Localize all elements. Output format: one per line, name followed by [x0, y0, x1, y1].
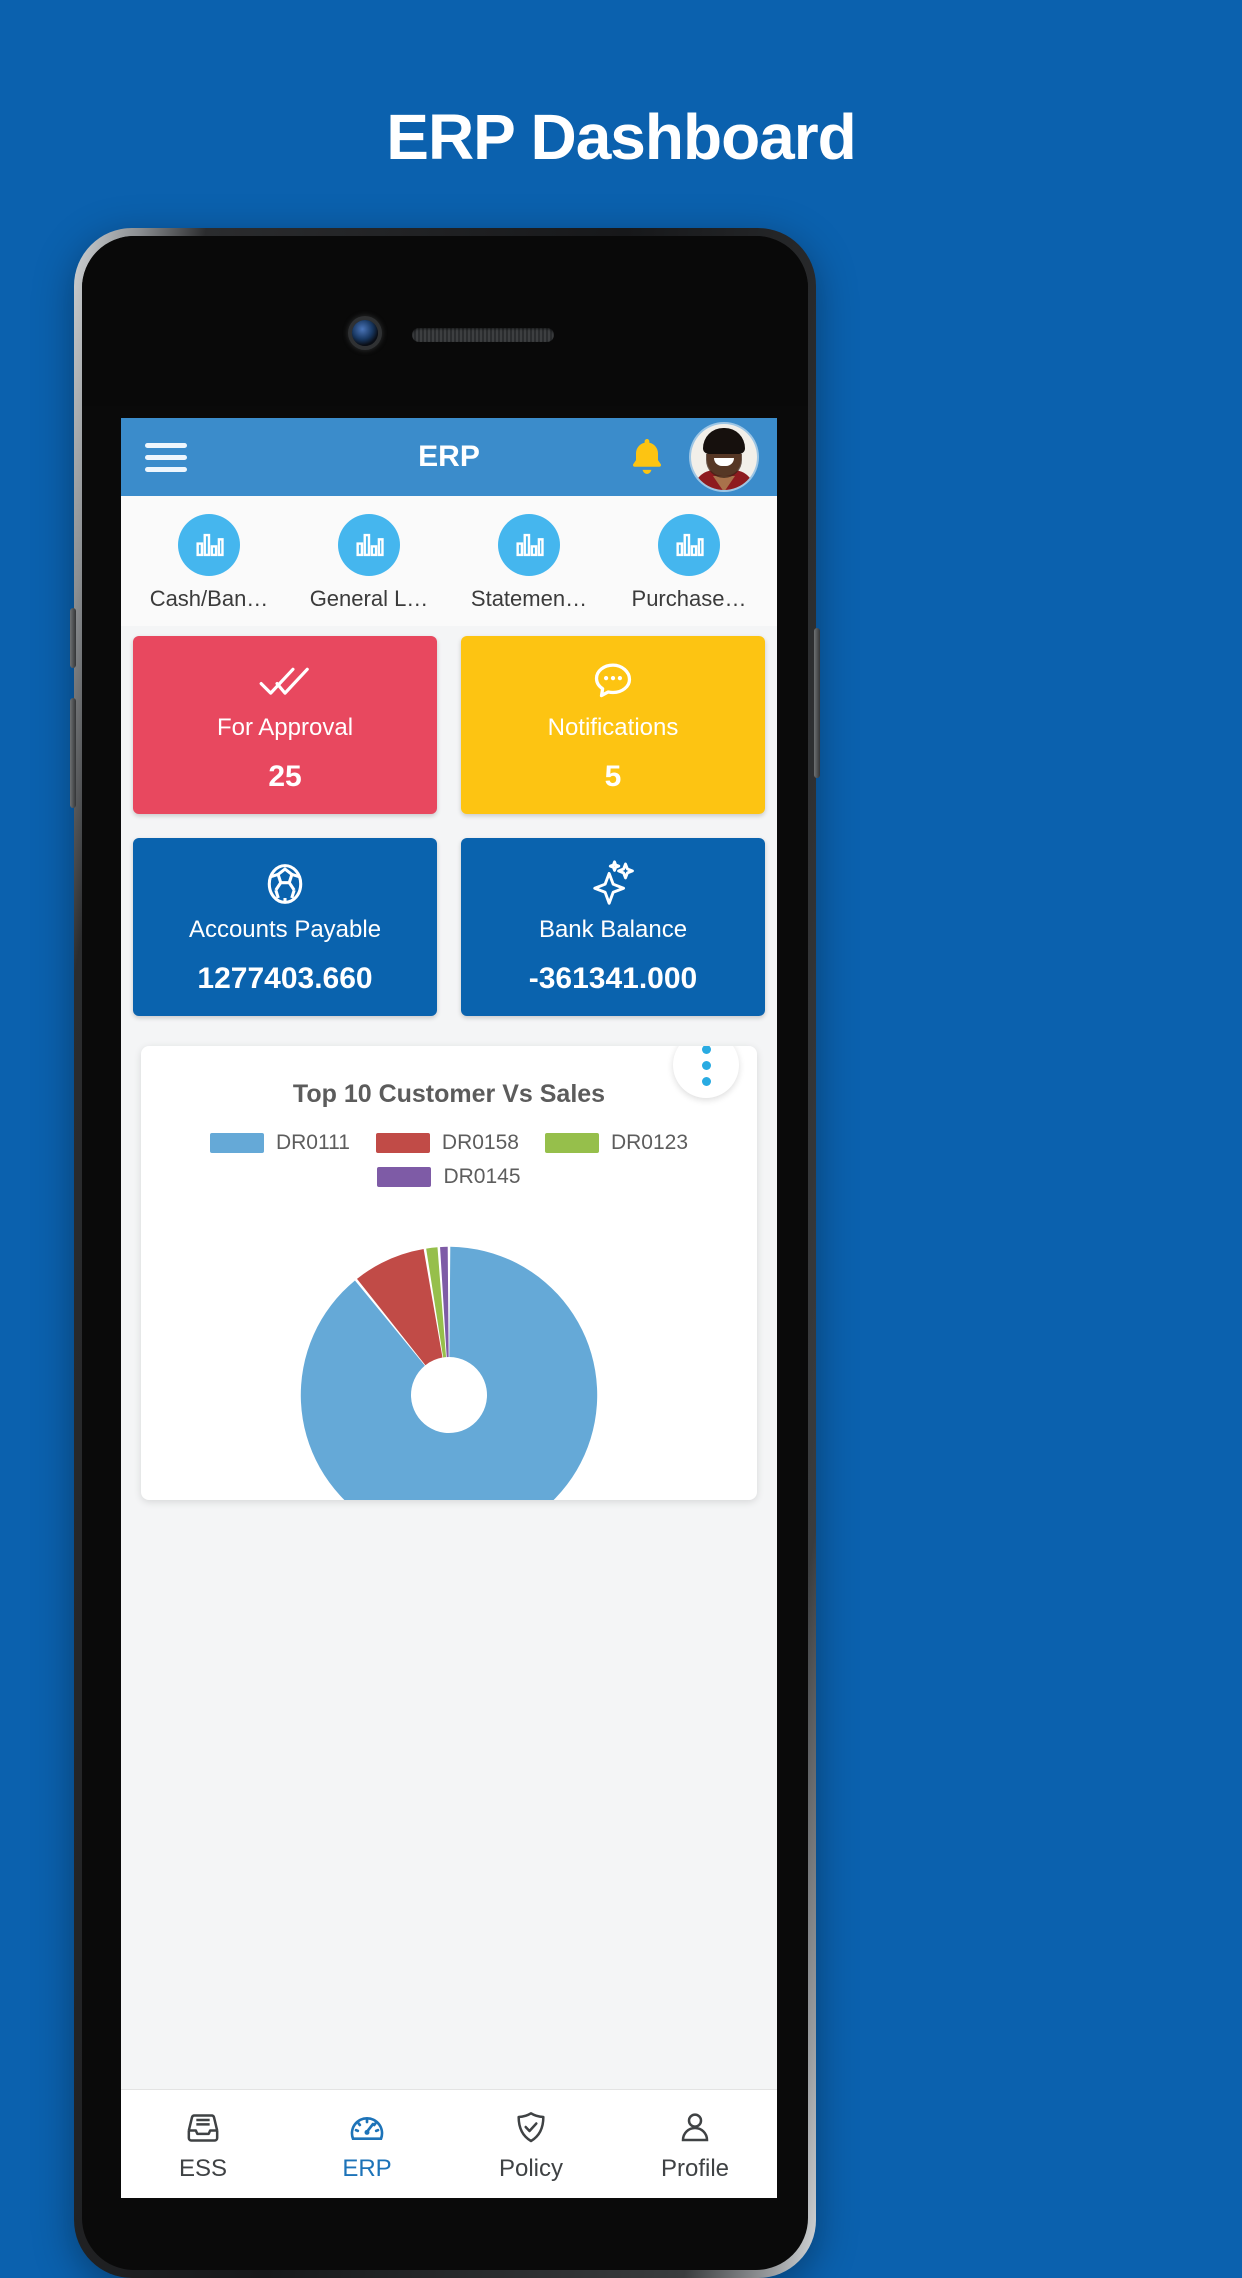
- bar-chart-icon: [178, 514, 240, 576]
- front-camera-icon: [352, 320, 378, 346]
- nav-item-ess[interactable]: ESS: [121, 2105, 285, 2183]
- app-screen: ERP Cash/Ban… General L… Statemen… Purch…: [121, 418, 777, 2198]
- quick-access-item[interactable]: Cash/Ban…: [129, 514, 289, 612]
- legend-item[interactable]: DR0158: [375, 1131, 519, 1155]
- nav-item-profile[interactable]: Profile: [613, 2105, 777, 2183]
- tile-label: Bank Balance: [538, 916, 688, 943]
- donut-chart: [141, 1205, 757, 1500]
- chart-card: Top 10 Customer Vs Sales DR0111 DR0158 D…: [141, 1046, 757, 1500]
- bell-icon[interactable]: [625, 435, 669, 479]
- phone-screen-bezel: ERP Cash/Ban… General L… Statemen… Purch…: [82, 236, 808, 2270]
- promo-page: ERP Dashboard ERP Cash/Ban… General L… S…: [0, 0, 1242, 2278]
- tile-value: 5: [604, 760, 622, 793]
- tile-label: Notifications: [547, 714, 679, 741]
- legend-label: DR0145: [443, 1165, 521, 1188]
- quick-access-item[interactable]: General L…: [289, 514, 449, 612]
- page-title: ERP Dashboard: [386, 101, 857, 173]
- bar-chart-icon: [338, 514, 400, 576]
- double-check-icon: [258, 656, 312, 708]
- tile-value: 1277403.660: [197, 962, 373, 995]
- tile-accounts-payable[interactable]: Accounts Payable 1277403.660: [133, 838, 437, 1016]
- legend-label: DR0158: [441, 1131, 519, 1154]
- phone-mockup: ERP Cash/Ban… General L… Statemen… Purch…: [70, 228, 820, 2278]
- chat-bubble-icon: [589, 656, 637, 708]
- tile-for-approval[interactable]: For Approval 25: [133, 636, 437, 814]
- bar-chart-icon: [658, 514, 720, 576]
- chart-title: Top 10 Customer Vs Sales: [292, 1080, 606, 1108]
- earpiece-speaker: [412, 328, 554, 342]
- legend-label: DR0111: [275, 1131, 350, 1154]
- bar-chart-icon: [498, 514, 560, 576]
- hamburger-menu-icon[interactable]: [145, 436, 187, 479]
- nav-label: ESS: [178, 2155, 228, 2182]
- legend-swatch: [377, 1167, 432, 1187]
- person-icon: [613, 2105, 777, 2151]
- chart-legend: DR0111 DR0158 DR0123 DR0145: [141, 1131, 757, 1189]
- kpi-tiles: For Approval 25 Notifications 5 Accounts…: [121, 626, 777, 1016]
- nav-label: Policy: [498, 2155, 564, 2182]
- tile-label: For Approval: [216, 714, 354, 741]
- sparkle-icon: [587, 858, 639, 910]
- legend-swatch: [375, 1133, 430, 1153]
- quick-access-label: General L…: [309, 586, 429, 611]
- donut-chart-svg[interactable]: [259, 1205, 639, 1500]
- quick-access-label: Statemen…: [470, 586, 588, 611]
- ball-icon: [262, 858, 308, 910]
- app-bar-actions: [625, 424, 757, 490]
- donut-slice-DR0111[interactable]: [300, 1246, 598, 1500]
- legend-swatch: [209, 1133, 264, 1153]
- inbox-icon: [121, 2105, 285, 2151]
- nav-item-erp[interactable]: ERP: [285, 2105, 449, 2183]
- quick-access-item[interactable]: Purchase…: [609, 514, 769, 612]
- tile-bank-balance[interactable]: Bank Balance -361341.000: [461, 838, 765, 1016]
- legend-label: DR0123: [610, 1131, 689, 1154]
- bottom-navigation: ESS ERP Policy Profile: [121, 2089, 777, 2198]
- nav-label: ERP: [342, 2155, 392, 2182]
- quick-access-row: Cash/Ban… General L… Statemen… Purchase…: [121, 496, 777, 626]
- legend-item[interactable]: DR0111: [209, 1131, 350, 1155]
- phone-power-button: [814, 628, 820, 778]
- legend-item[interactable]: DR0123: [544, 1131, 689, 1155]
- legend-item[interactable]: DR0145: [167, 1165, 731, 1189]
- shield-check-icon: [449, 2105, 613, 2151]
- avatar[interactable]: [691, 424, 757, 490]
- phone-volume-up-button: [70, 608, 76, 668]
- quick-access-label: Purchase…: [631, 586, 747, 611]
- phone-volume-down-button: [70, 698, 76, 808]
- tile-notifications[interactable]: Notifications 5: [461, 636, 765, 814]
- nav-item-policy[interactable]: Policy: [449, 2105, 613, 2183]
- phone-top-bezel: [82, 236, 808, 406]
- tile-label: Accounts Payable: [188, 916, 382, 943]
- nav-label: Profile: [660, 2155, 730, 2182]
- tile-value: 25: [268, 760, 302, 793]
- speedometer-icon: [285, 2105, 449, 2151]
- app-bar: ERP: [121, 418, 777, 496]
- quick-access-label: Cash/Ban…: [149, 586, 269, 611]
- legend-swatch: [544, 1133, 599, 1153]
- quick-access-item[interactable]: Statemen…: [449, 514, 609, 612]
- tile-value: -361341.000: [528, 962, 698, 995]
